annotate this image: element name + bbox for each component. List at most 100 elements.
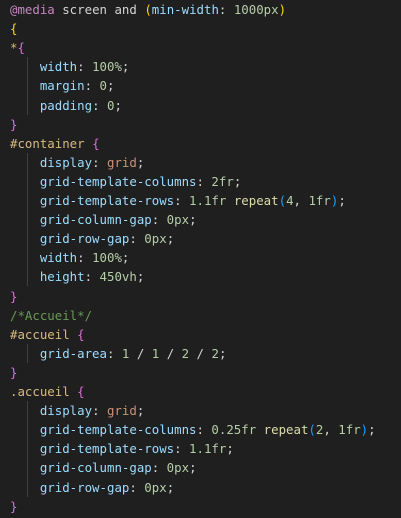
code-token: / [129,345,152,361]
code-line[interactable]: } [0,363,401,382]
code-line[interactable]: } [0,497,401,516]
code-token: height [39,269,85,285]
code-token: 1fr [308,193,331,208]
code-line[interactable]: display: grid; [0,153,401,172]
code-line[interactable]: grid-column-gap: 0px; [0,458,401,477]
code-token: ; [218,345,227,361]
code-token: grid [106,154,137,170]
code-line[interactable]: padding: 0; [0,96,401,115]
code-token: ; [136,154,145,170]
code-token: / [159,345,182,361]
code-token: ( [308,422,316,438]
code-token: 0px [144,479,167,495]
code-token: ; [189,460,197,476]
code-token: , [293,193,309,208]
code-token: : [174,193,190,208]
code-token: 0px [144,231,167,247]
code-token: { [10,21,18,37]
code-line[interactable]: grid-template-rows: 1.1fr repeat(4, 1fr)… [0,191,401,210]
code-token: : [92,97,107,113]
code-line[interactable]: #container { [0,134,401,153]
code-token: } [10,288,18,304]
code-token: #accueil [10,326,70,342]
code-line[interactable]: display: grid; [0,401,401,420]
code-token: grid-template-columns [39,173,197,189]
code-editor[interactable]: @media screen and (min-width: 1000px){*{… [0,0,401,518]
code-token: 0px [166,460,190,476]
code-token: 0px [166,212,190,228]
code-token: / [189,345,212,361]
code-token: display [39,154,93,170]
code-token: } [10,116,18,132]
code-token: 1.1fr [189,441,227,457]
code-token: 2fr [211,173,234,189]
code-line[interactable]: grid-template-rows: 1.1fr; [0,439,401,458]
code-token: grid-row-gap [39,479,130,495]
code-token: : [196,173,212,189]
code-token: screen [54,2,115,17]
code-token: grid-area [39,345,107,361]
code-line[interactable]: grid-template-columns: 2fr; [0,172,401,191]
code-token: ( [144,2,152,17]
code-line[interactable]: @media screen and (min-width: 1000px) [0,0,401,19]
code-token: grid-template-rows [39,441,175,457]
code-token: 0 [99,78,107,94]
code-token: } [10,364,18,380]
code-line[interactable]: height: 450vh; [0,267,401,286]
code-line[interactable]: grid-area: 1 / 1 / 2 / 2; [0,344,401,363]
code-token: 100% [92,250,122,266]
code-line[interactable]: grid-column-gap: 0px; [0,210,401,229]
code-line[interactable]: margin: 0; [0,76,401,95]
code-line[interactable]: } [0,287,401,306]
code-token: and [114,2,137,17]
code-line[interactable]: { [0,19,401,38]
code-token: 2 [211,345,219,361]
code-line[interactable]: grid-template-columns: 0.25fr repeat(2, … [0,420,401,439]
code-token: 4 [286,193,294,208]
code-line[interactable]: /*Accueil*/ [0,306,401,325]
code-token: { [77,326,85,342]
code-token: repeat [233,193,279,208]
code-line[interactable]: grid-row-gap: 0px; [0,229,401,248]
code-token: : [151,460,167,476]
code-token: : [174,441,190,457]
code-token: { [92,135,100,151]
code-line[interactable]: .accueil { [0,382,401,401]
code-token: display [39,403,93,419]
code-token: : [84,78,100,94]
code-token: 450vh [99,269,137,285]
code-token: 1fr [338,422,361,438]
code-token: ; [121,59,130,75]
code-token: ; [107,78,115,94]
code-token: ; [136,403,145,419]
code-token: ) [278,2,287,17]
code-token: margin [39,78,85,94]
code-token: : [92,403,107,419]
code-token: : [218,2,234,17]
code-token: @media [10,2,55,17]
code-line[interactable]: *{ [0,38,401,57]
code-token: ; [166,479,175,495]
code-token: : [77,59,93,75]
code-token: : [129,479,145,495]
code-token: : [129,231,145,247]
code-line[interactable]: width: 100%; [0,248,401,267]
code-line[interactable]: grid-row-gap: 0px; [0,478,401,497]
code-line[interactable]: } [0,115,401,134]
code-token: ; [368,422,376,438]
code-line[interactable]: #accueil { [0,325,401,344]
code-token: #container [10,135,85,151]
code-line[interactable]: width: 100%; [0,57,401,76]
